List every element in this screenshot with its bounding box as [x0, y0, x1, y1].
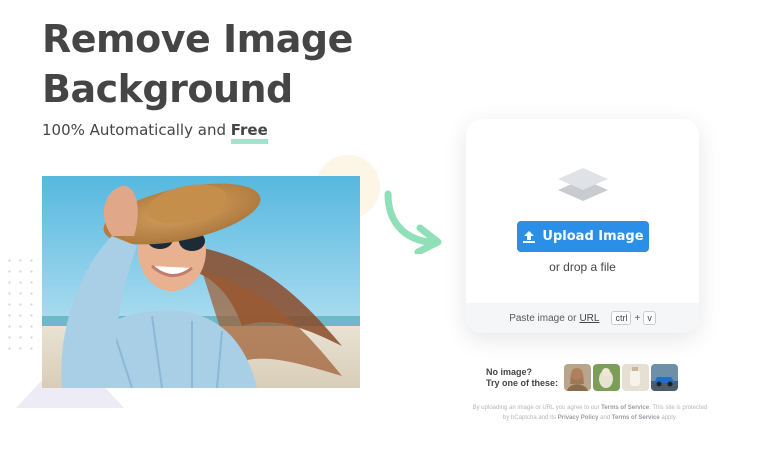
- curved-arrow-icon: [384, 190, 442, 254]
- legal-text-3: and: [598, 415, 612, 421]
- hero-photo-illustration: [42, 176, 360, 388]
- privacy-policy-link[interactable]: Privacy Policy: [558, 415, 599, 421]
- page-title-line-1: Remove Image: [42, 17, 353, 61]
- upload-button-label: Upload Image: [542, 229, 644, 244]
- upload-arrow-icon: [523, 230, 536, 243]
- kbd-v: v: [643, 311, 656, 325]
- decorative-dot-grid: [4, 255, 36, 355]
- sample-thumb-product[interactable]: [622, 364, 650, 391]
- subtitle-highlight: Free: [230, 121, 268, 144]
- hero-photo: [42, 176, 360, 388]
- kbd-plus: +: [634, 312, 641, 324]
- sample-label-line-2: Try one of these:: [486, 377, 559, 388]
- legal-text-4: apply.: [659, 415, 677, 421]
- sample-label-line-1: No image?: [486, 366, 533, 377]
- subtitle-prefix: 100% Automatically and: [42, 121, 231, 139]
- upload-card[interactable]: Upload Image or drop a file Paste image …: [466, 119, 699, 333]
- layers-icon: [558, 168, 608, 201]
- sample-thumb-animal[interactable]: [593, 364, 621, 391]
- kbd-ctrl: ctrl: [611, 311, 632, 325]
- sample-thumb-woman[interactable]: [564, 364, 592, 391]
- page-subtitle: 100% Automatically and Free: [42, 121, 268, 144]
- paste-prefix: Paste image or: [509, 312, 577, 324]
- drop-file-text: or drop a file: [549, 260, 616, 274]
- sample-thumb-car[interactable]: [651, 364, 679, 391]
- sample-images-label: No image? Try one of these:: [486, 367, 558, 389]
- page-title-line-2: Background: [42, 67, 293, 111]
- legal-notice: By uploading an image or URL you agree t…: [470, 403, 710, 423]
- paste-url-link[interactable]: URL: [579, 313, 599, 324]
- terms-of-service-link[interactable]: Terms of Service: [601, 405, 649, 411]
- paste-bar: Paste image or URL ctrl + v: [466, 303, 699, 333]
- upload-image-button[interactable]: Upload Image: [517, 221, 649, 252]
- legal-text-1: By uploading an image or URL you agree t…: [472, 405, 602, 411]
- page-title: Remove Image Background: [42, 14, 353, 114]
- terms-of-service-link-2[interactable]: Terms of Service: [612, 415, 660, 421]
- sample-images: No image? Try one of these:: [486, 364, 680, 391]
